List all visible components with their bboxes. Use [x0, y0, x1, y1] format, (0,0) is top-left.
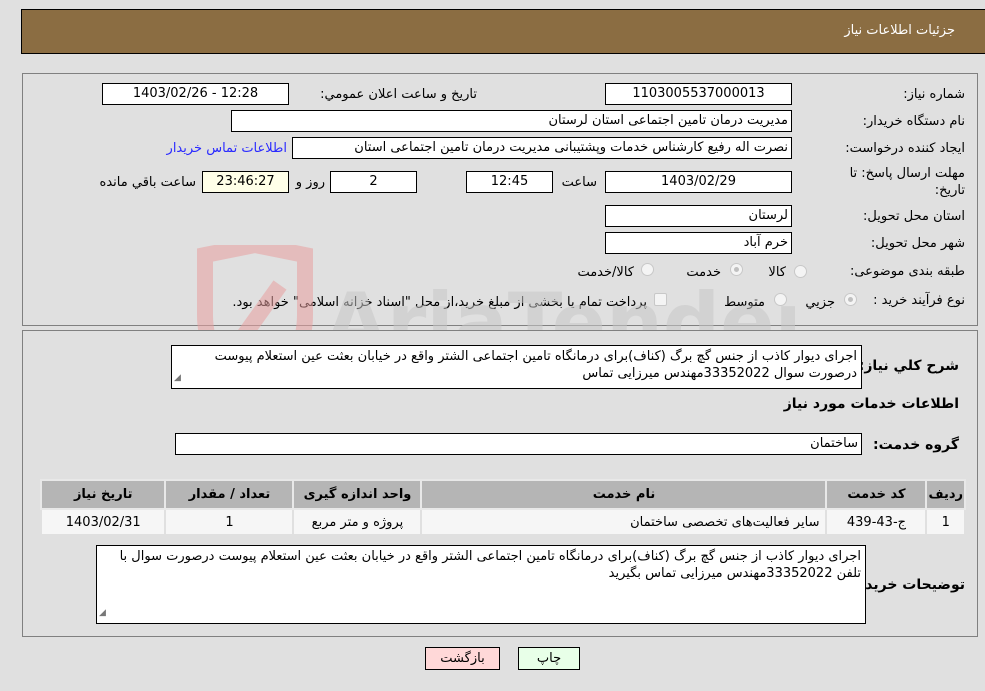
cell-need-date: 1403/02/31 — [39, 508, 167, 536]
days-label: روز و — [295, 175, 325, 190]
remaining-days-field: 2 — [330, 171, 417, 193]
services-table: ردیف کد خدمت نام خدمت واحد اندازه گیری ت… — [39, 479, 966, 536]
city-label: شهر محل تحویل: — [870, 236, 965, 251]
deadline-time-label: ساعت — [561, 175, 597, 190]
cell-service-code: ج-43-439 — [825, 508, 928, 536]
cell-quantity: 1 — [164, 508, 295, 536]
need-details-panel: شرح کلي نیاز: اجرای دیوار کاذب از جنس گچ… — [22, 330, 978, 637]
city-field: خرم آباد — [605, 232, 792, 254]
remaining-time-field: 23:46:27 — [202, 171, 289, 193]
table-header-row: ردیف کد خدمت نام خدمت واحد اندازه گیری ت… — [39, 479, 966, 510]
buyer-org-label: نام دستگاه خریدار: — [862, 114, 965, 129]
treasury-checkbox[interactable] — [654, 293, 667, 306]
page-title: جزئیات اطلاعات نیاز — [844, 23, 955, 38]
summary-label: شرح کلي نیاز: — [858, 358, 959, 374]
purchase-type-radio-minor[interactable] — [844, 293, 857, 306]
summary-textarea[interactable]: اجرای دیوار کاذب از جنس گچ برگ (کناف)برا… — [171, 345, 862, 389]
need-info-panel: شماره نیاز: 1103005537000013 تاریخ و ساع… — [22, 73, 978, 326]
cell-row-number: 1 — [925, 508, 966, 536]
deadline-label: مهلت ارسال پاسخ: تا تاریخ: — [849, 166, 965, 198]
back-button[interactable]: بازگشت — [425, 647, 500, 670]
purchase-type-option-minor: جزیي — [805, 295, 835, 310]
purchase-type-radio-medium[interactable] — [774, 293, 787, 306]
category-label: طبقه بندی موضوعی: — [849, 264, 965, 279]
service-group-field: ساختمان — [175, 433, 862, 455]
province-field: لرستان — [605, 205, 792, 227]
page-header: جزئیات اطلاعات نیاز — [21, 9, 985, 54]
resize-grip-icon[interactable]: ◢ — [174, 370, 181, 387]
category-radio-service[interactable] — [730, 263, 743, 276]
treasury-note: پرداخت تمام یا بخشی از مبلغ خرید،از محل … — [232, 295, 647, 310]
service-group-label: گروه خدمت: — [873, 437, 959, 453]
province-label: استان محل تحویل: — [863, 209, 965, 224]
cell-service-name: سایر فعالیت‌های تخصصی ساختمان — [420, 508, 828, 536]
col-need-date: تاریخ نیاز — [39, 479, 167, 510]
table-row: 1 ج-43-439 سایر فعالیت‌های تخصصی ساختمان… — [39, 508, 966, 536]
buyer-org-field: مدیریت درمان تامین اجتماعی استان لرستان — [231, 110, 792, 132]
requester-field: نصرت اله رفیع کارشناس خدمات وپشتیبانی مد… — [292, 137, 792, 159]
col-unit: واحد اندازه گیری — [292, 479, 423, 510]
category-option-goods-service: کالا/خدمت — [577, 265, 634, 280]
col-service-name: نام خدمت — [420, 479, 828, 510]
category-option-goods: کالا — [768, 265, 786, 280]
deadline-time-field: 12:45 — [466, 171, 553, 193]
buyer-notes-text: اجرای دیوار کاذب از جنس گچ برگ (کناف)برا… — [119, 549, 861, 581]
cell-unit: پروژه و متر مربع — [292, 508, 423, 536]
purchase-type-option-medium: متوسط — [724, 295, 765, 310]
requester-label: ایجاد کننده درخواست: — [845, 141, 965, 156]
deadline-date-field: 1403/02/29 — [605, 171, 792, 193]
need-number-field: 1103005537000013 — [605, 83, 792, 105]
remaining-time-label: ساعت باقي مانده — [99, 175, 196, 190]
category-option-service: خدمت — [686, 265, 721, 280]
category-radio-goods[interactable] — [794, 265, 807, 278]
purchase-type-label: نوع فرآیند خرید : — [873, 293, 965, 308]
summary-text: اجرای دیوار کاذب از جنس گچ برگ (کناف)برا… — [214, 349, 857, 381]
buyer-contact-link[interactable]: اطلاعات تماس خریدار — [167, 141, 287, 156]
col-service-code: کد خدمت — [825, 479, 928, 510]
announce-datetime-field: 1403/02/26 - 12:28 — [102, 83, 289, 105]
need-number-label: شماره نیاز: — [903, 87, 965, 102]
category-radio-goods-service[interactable] — [641, 263, 654, 276]
resize-grip-icon[interactable]: ◢ — [99, 605, 106, 622]
buyer-notes-textarea[interactable]: اجرای دیوار کاذب از جنس گچ برگ (کناف)برا… — [96, 545, 866, 624]
col-quantity: تعداد / مقدار — [164, 479, 295, 510]
announce-datetime-label: تاریخ و ساعت اعلان عمومي: — [320, 87, 477, 102]
col-row-number: ردیف — [925, 479, 966, 510]
services-heading: اطلاعات خدمات مورد نیاز — [783, 396, 959, 412]
print-button[interactable]: چاپ — [518, 647, 580, 670]
